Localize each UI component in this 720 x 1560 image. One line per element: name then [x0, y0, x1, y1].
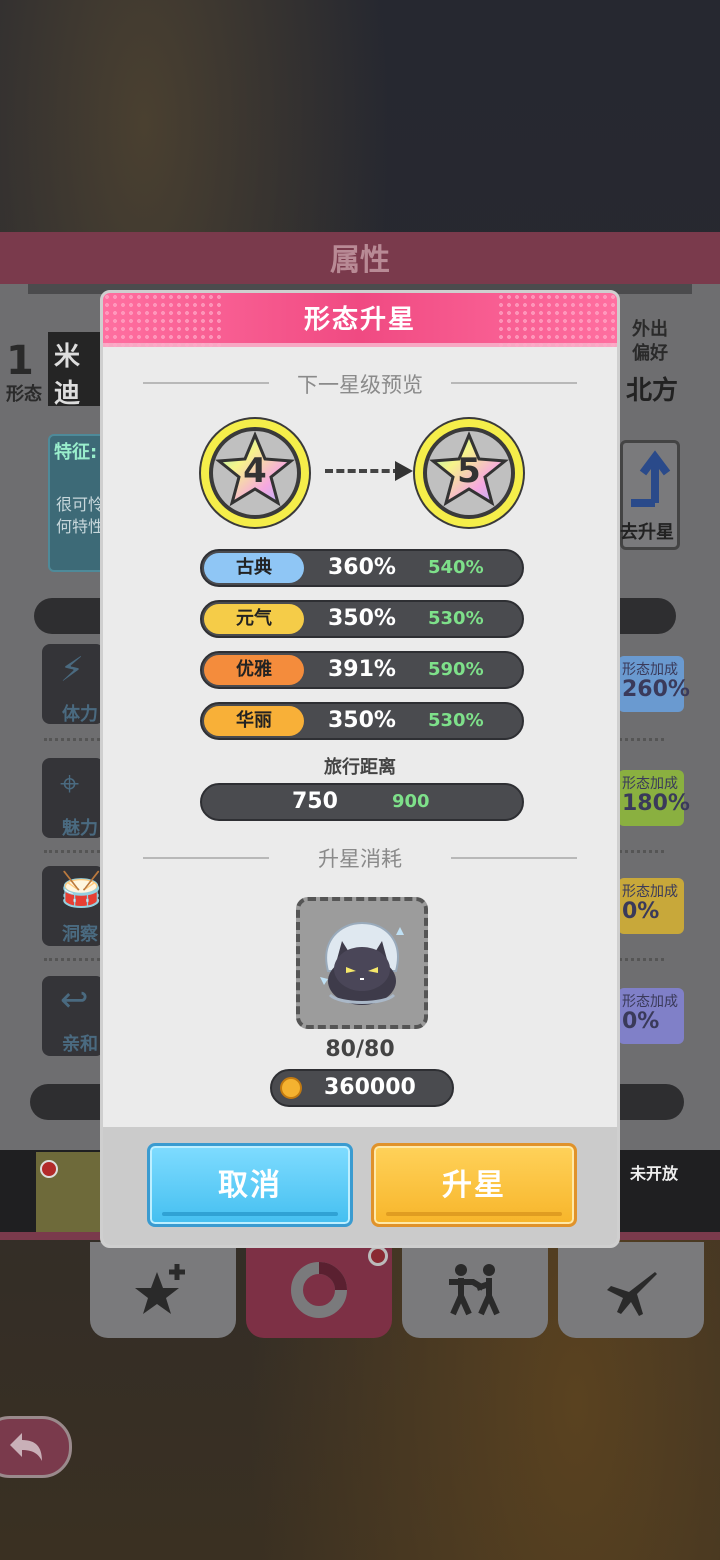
star-upgrade-dialog: 形态升星 下一星级预览 4 5 古典 360% 540% 元气 350% 530…	[100, 290, 620, 1248]
next-star-badge: 5	[411, 415, 527, 531]
form-bonus-charm: 形态加成 180%	[618, 770, 690, 826]
button-underline	[386, 1212, 562, 1216]
stat-row-vitality: 元气 350% 530%	[200, 600, 524, 638]
stat-label: 魅力	[62, 818, 98, 839]
notification-dot	[368, 1246, 388, 1266]
stat-row-elegance: 优雅 391% 590%	[200, 651, 524, 689]
form-bonus-affinity: 形态加成 0%	[618, 988, 684, 1044]
back-arrow-icon	[10, 1433, 42, 1461]
fight-icon	[449, 1264, 500, 1316]
stat-row-classic: 古典 360% 540%	[200, 549, 524, 587]
form-bonus-stamina: 形态加成 260%	[618, 656, 690, 712]
star-up-button[interactable]: 升星	[371, 1143, 577, 1227]
stat-label: 华丽	[204, 706, 304, 736]
not-open-label: 未开放	[630, 1164, 679, 1183]
back-button[interactable]	[0, 1416, 72, 1478]
preview-title: 下一星级预览	[297, 373, 423, 397]
stat-current: 391%	[328, 657, 396, 682]
stat-label: 体力	[62, 704, 98, 725]
attributes-title: 属性	[0, 232, 720, 284]
stat-label: 元气	[204, 604, 304, 634]
stat-next: 540%	[428, 557, 484, 578]
stat-label: 亲和	[62, 1034, 98, 1055]
current-star-badge: 4	[197, 415, 313, 531]
stat-current: 360%	[328, 555, 396, 580]
stat-label: 优雅	[204, 655, 304, 685]
form-bonus-insight: 形态加成 0%	[618, 878, 684, 934]
feature-title: 特征:	[54, 442, 98, 463]
divider	[451, 857, 577, 859]
character-name: 米迪	[48, 332, 108, 409]
dialog-title: 形态升星	[303, 305, 416, 335]
target-icon: ⌖	[60, 764, 80, 804]
item-count: 80/80	[325, 1037, 395, 1062]
lightning-icon: ⚡	[60, 650, 84, 690]
next-star-number: 5	[457, 451, 481, 491]
cost-item-slot[interactable]	[296, 897, 428, 1029]
cat-character-icon	[320, 921, 404, 1005]
stat-current: 350%	[328, 708, 396, 733]
stat-current: 350%	[328, 606, 396, 631]
cancel-button[interactable]: 取消	[147, 1143, 353, 1227]
drum-icon: 🥁	[60, 870, 103, 910]
form-number: 1	[6, 338, 34, 384]
stat-next: 590%	[428, 659, 484, 680]
handshake-icon: ↩	[60, 980, 89, 1020]
stat-next: 530%	[428, 710, 484, 731]
airplane-icon	[607, 1272, 657, 1316]
go-upgrade-label: 去升星	[620, 522, 674, 543]
feature-desc: 很可怜 何特性	[56, 495, 105, 536]
travel-current: 750	[292, 789, 338, 814]
form-label: 形态	[6, 384, 42, 405]
notification-dot	[40, 1160, 58, 1178]
stat-row-gorgeous: 华丽 350% 530%	[200, 702, 524, 740]
arrow-dashes	[325, 469, 401, 473]
coin-cost: 360000	[324, 1075, 416, 1100]
stat-label: 洞察	[62, 924, 98, 945]
coin-cost-row: 360000	[270, 1069, 454, 1107]
stat-label: 古典	[204, 553, 304, 583]
up-arrow-icon	[631, 450, 671, 507]
current-star-number: 4	[243, 451, 267, 491]
preferred-direction: 北方	[626, 376, 679, 406]
divider	[451, 382, 577, 384]
travel-distance-row: 750 900	[200, 783, 524, 821]
button-underline	[162, 1212, 338, 1216]
stat-next: 530%	[428, 608, 484, 629]
star-plus-icon	[135, 1264, 185, 1314]
travel-next: 900	[392, 791, 430, 812]
outing-preference: 外出 偏好	[632, 319, 668, 364]
ring-chart-icon	[291, 1262, 347, 1318]
travel-distance-label: 旅行距离	[324, 757, 396, 778]
tab-interact[interactable]	[402, 1242, 548, 1338]
tab-star-upgrade[interactable]	[90, 1242, 236, 1338]
tab-travel[interactable]	[558, 1242, 704, 1338]
coin-icon	[280, 1077, 302, 1099]
